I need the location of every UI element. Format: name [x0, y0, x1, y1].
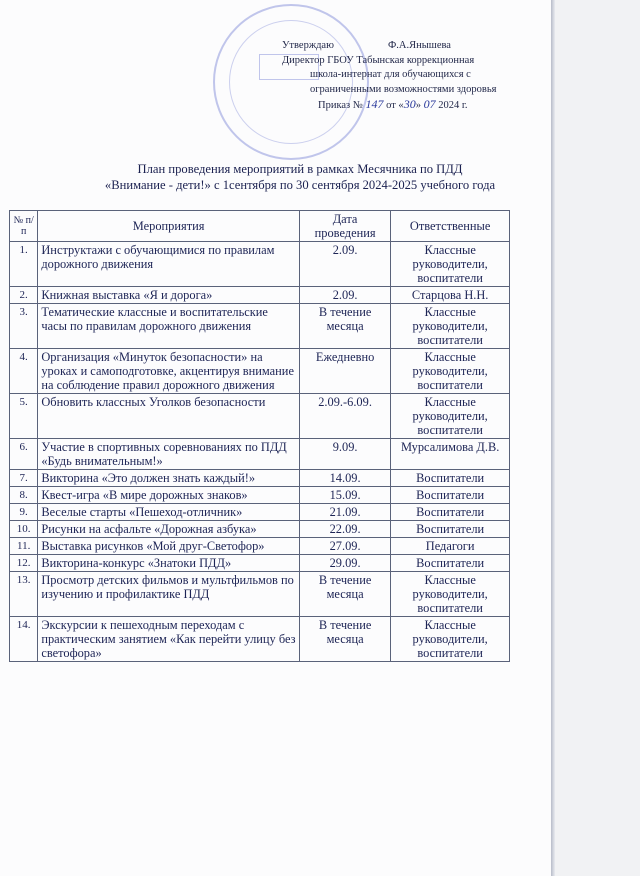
cell-date: 2.09. — [298, 286, 392, 304]
cell-responsible: Воспитатели — [390, 469, 510, 487]
cell-date: 14.09. — [298, 469, 392, 487]
header-responsible: Ответственные — [390, 210, 510, 242]
cell-date: 2.09. — [298, 241, 392, 287]
cell-responsible: Классные руководители, воспитатели — [390, 348, 510, 394]
cell-event: Инструктажи с обучающимися по правилам д… — [37, 241, 300, 287]
order-number: 147 — [365, 97, 384, 112]
cell-responsible: Классные руководители, воспитатели — [390, 616, 510, 662]
cell-number: 7. — [8, 469, 39, 487]
cell-date: 21.09. — [298, 503, 392, 521]
table-row: 2. Книжная выставка «Я и дорога» 2.09. Стар… — [8, 286, 510, 304]
cell-event: Викторина-конкурс «Знатоки ПДД» — [37, 554, 300, 572]
approval-line-2: Директор ГБОУ Табынская коррекционная — [282, 54, 475, 66]
table-row: 3. Тематические классные и воспитательски… — [8, 303, 510, 349]
cell-event: Участие в спортивных соревнованиях по ПД… — [37, 438, 300, 470]
cell-event: Квест-игра «В мире дорожных знаков» — [37, 486, 300, 504]
cell-number: 2. — [8, 286, 39, 304]
cell-event: Викторина «Это должен знать каждый!» — [37, 469, 300, 487]
cell-responsible: Классные руководители, воспитатели — [390, 303, 510, 349]
approval-block: Утверждаю Ф.А.Янышева Директор ГБОУ Табы… — [282, 37, 512, 114]
cell-event: Выставка рисунков «Мой друг-Светофор» — [37, 537, 300, 555]
cell-responsible: Классные руководители, воспитатели — [390, 241, 510, 287]
table-row: 9. Веселые старты «Пешеход-отличник» 21.09… — [8, 503, 510, 521]
table-header-row: № п/п Мероприятия Дата проведения Ответс… — [8, 210, 510, 242]
table-row: 7. Викторина «Это должен знать каждый!» 14… — [8, 469, 510, 487]
director-name: Ф.А.Янышева — [387, 40, 451, 51]
director-signature — [334, 37, 388, 51]
cell-responsible: Воспитатели — [390, 554, 510, 572]
cell-date: 15.09. — [298, 486, 392, 504]
cell-event: Экскурсии к пешеходным переходам с практ… — [37, 616, 300, 662]
cell-event: Организация «Минуток безопасности» на ур… — [37, 348, 300, 394]
cell-date: В течение месяца — [298, 571, 392, 617]
events-table: № п/п Мероприятия Дата проведения Ответс… — [8, 210, 510, 662]
cell-responsible: Старцова Н.Н. — [390, 286, 510, 304]
approval-label: Утверждаю — [282, 40, 334, 51]
table-row: 10. Рисунки на асфальте «Дорожная азбука»… — [8, 520, 510, 538]
cell-event: Рисунки на асфальте «Дорожная азбука» — [37, 520, 300, 538]
cell-number: 4. — [8, 348, 39, 394]
title-line-1: План проведения мероприятий в рамках Мес… — [137, 162, 463, 176]
cell-responsible: Воспитатели — [390, 486, 510, 504]
table-row: 5. Обновить классных Уголков безопасности… — [8, 393, 510, 439]
cell-event: Тематические классные и воспитательские … — [37, 303, 300, 349]
cell-date: 9.09. — [298, 438, 392, 470]
cell-date: В течение месяца — [298, 303, 392, 349]
table-row: 4. Организация «Минуток безопасности» на … — [8, 348, 510, 394]
order-line: Приказ № 147 от «30» 07 2024 г. — [318, 97, 468, 112]
table-row: 14. Экскурсии к пешеходным переходам с пр… — [8, 616, 510, 662]
cell-responsible: Классные руководители, воспитатели — [390, 393, 510, 439]
cell-number: 9. — [8, 503, 39, 521]
table-row: 6. Участие в спортивных соревнованиях по … — [8, 438, 510, 470]
cell-responsible: Воспитатели — [390, 503, 510, 521]
document-title: План проведения мероприятий в рамках Мес… — [40, 161, 560, 193]
cell-responsible: Классные руководители, воспитатели — [390, 571, 510, 617]
title-line-2: «Внимание - дети!» с 1сентября по 30 сен… — [104, 178, 496, 192]
table-body: 1. Инструктажи с обучающимися по правилам… — [8, 241, 510, 662]
cell-event: Обновить классных Уголков безопасности — [37, 393, 300, 439]
cell-number: 1. — [8, 241, 39, 287]
table-row: 8. Квест-игра «В мире дорожных знаков» 15.… — [8, 486, 510, 504]
approval-line-1: Утверждаю Ф.А.Янышева — [282, 37, 512, 54]
cell-number: 11. — [8, 537, 39, 555]
cell-responsible: Педагоги — [390, 537, 510, 555]
table-row: 13. Просмотр детских фильмов и мультфильм… — [8, 571, 510, 617]
page-edge — [551, 0, 555, 876]
header-date: Дата проведения — [298, 210, 392, 242]
cell-number: 3. — [8, 303, 39, 349]
cell-number: 13. — [8, 571, 39, 617]
approval-line-4: ограниченными возможностями здоровья — [310, 83, 497, 95]
cell-number: 5. — [8, 393, 39, 439]
cell-number: 10. — [8, 520, 39, 538]
cell-responsible: Мурсалимова Д.В. — [390, 438, 510, 470]
order-day: 30 — [403, 97, 416, 112]
header-number: № п/п — [8, 210, 39, 242]
cell-number: 14. — [8, 616, 39, 662]
cell-date: Ежедневно — [298, 348, 392, 394]
cell-number: 12. — [8, 554, 39, 572]
cell-date: 2.09.-6.09. — [298, 393, 392, 439]
cell-date: 29.09. — [298, 554, 392, 572]
order-month: 07 — [423, 97, 436, 112]
cell-date: В течение месяца — [298, 616, 392, 662]
table-row: 12. Викторина-конкурс «Знатоки ПДД» 29.09.… — [8, 554, 510, 572]
cell-number: 8. — [8, 486, 39, 504]
approval-line-3: школа-интернат для обучающихся с — [310, 69, 471, 81]
header-event: Мероприятия — [37, 210, 300, 242]
cell-responsible: Воспитатели — [390, 520, 510, 538]
cell-event: Просмотр детских фильмов и мультфильмов … — [37, 571, 300, 617]
cell-event: Веселые старты «Пешеход-отличник» — [37, 503, 300, 521]
cell-event: Книжная выставка «Я и дорога» — [37, 286, 300, 304]
table-row: 11. Выставка рисунков «Мой друг-Светофор»… — [8, 537, 510, 555]
cell-date: 27.09. — [298, 537, 392, 555]
cell-number: 6. — [8, 438, 39, 470]
document-page: Утверждаю Ф.А.Янышева Директор ГБОУ Табы… — [0, 0, 551, 876]
cell-date: 22.09. — [298, 520, 392, 538]
table-row: 1. Инструктажи с обучающимися по правилам… — [8, 241, 510, 287]
